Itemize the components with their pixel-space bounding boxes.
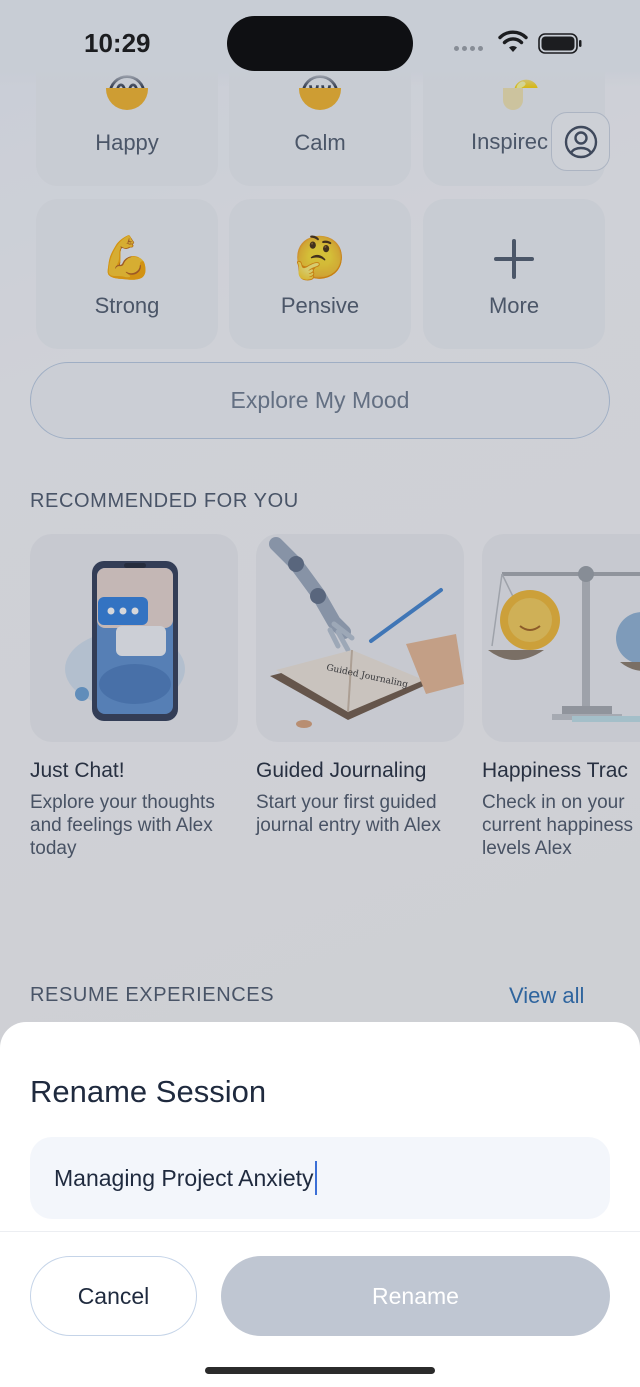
text-cursor (314, 1161, 317, 1195)
cancel-button[interactable]: Cancel (30, 1256, 197, 1336)
home-indicator (205, 1367, 435, 1374)
rename-button[interactable]: Rename (221, 1256, 610, 1336)
session-name-value: Managing Project Anxiety (54, 1164, 314, 1191)
sheet-title: Rename Session (30, 1074, 267, 1109)
sheet-divider (0, 1231, 640, 1232)
session-name-input[interactable]: Managing Project Anxiety (30, 1137, 610, 1219)
rename-session-sheet: Rename Session Managing Project Anxiety … (0, 1022, 640, 1387)
